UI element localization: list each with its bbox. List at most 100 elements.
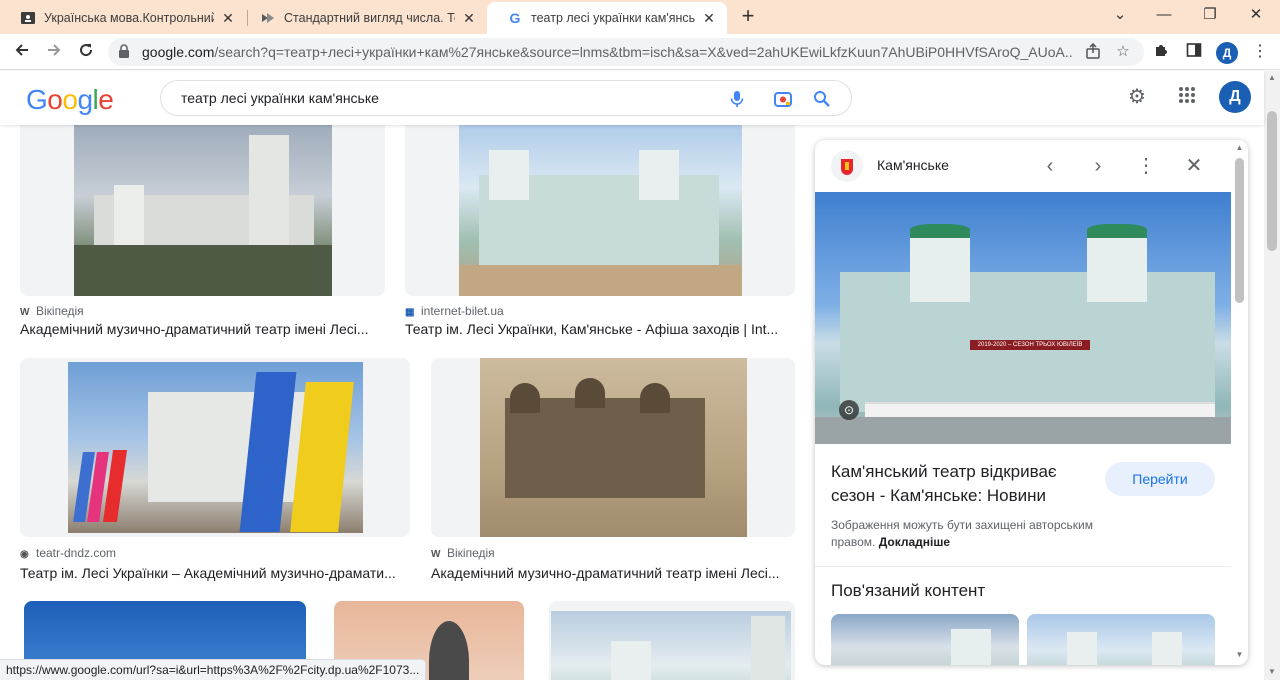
close-tab-icon[interactable]: ✕: [461, 10, 477, 27]
theatre-photo: [459, 125, 742, 296]
result-card[interactable]: ◉ teatr-dndz.com Театр ім. Лесі Українки …: [20, 358, 410, 583]
result-source: W Вікіпедія: [431, 546, 495, 560]
camera-lens-icon[interactable]: [773, 89, 793, 109]
url-host: google.com: [142, 44, 215, 60]
theatre-flags-photo: [68, 362, 363, 533]
bookmark-star-icon[interactable]: ☆: [1114, 43, 1132, 61]
logo-letter: e: [98, 84, 114, 115]
page-scroll-thumb[interactable]: [1267, 111, 1277, 251]
theatre-photo: [74, 125, 332, 296]
tab-search-icon[interactable]: ⌄: [1100, 4, 1140, 26]
profile-avatar[interactable]: Д: [1216, 42, 1238, 64]
panel-scrollbar[interactable]: ▲ ▼: [1231, 140, 1248, 665]
side-panel-icon[interactable]: [1184, 42, 1204, 62]
preview-image[interactable]: 2019-2020 – СЕЗОН ТРЬОХ ЮВІЛЕЇВ ⊙: [815, 192, 1231, 444]
close-tab-icon[interactable]: ✕: [701, 10, 717, 27]
result-thumbnail[interactable]: [431, 358, 795, 537]
divider: [815, 566, 1231, 567]
tab-title: Стандартний вигляд числа. Тест: [284, 11, 455, 25]
more-options-icon[interactable]: ⋮: [1134, 154, 1158, 178]
logo-letter: g: [77, 84, 93, 115]
related-heading: Пов'язаний контент: [831, 581, 986, 600]
tab-title: театр лесі українки кам'янське -: [531, 11, 695, 25]
url-text[interactable]: google.com/search?q=театр+лесі+українки+…: [142, 44, 1072, 60]
result-card[interactable]: W Вікіпедія Академічний музично-драматичн…: [20, 125, 385, 337]
learn-more-link[interactable]: Докладніше: [879, 535, 950, 549]
result-card[interactable]: W Вікіпедія Академічний музично-драматичн…: [431, 358, 795, 583]
result-thumbnail[interactable]: [549, 601, 795, 680]
result-source: ▦ internet-bilet.ua: [405, 304, 504, 318]
visit-button[interactable]: Перейти: [1105, 462, 1215, 496]
settings-gear-icon[interactable]: ⚙: [1125, 85, 1149, 109]
search-icon[interactable]: [812, 89, 832, 109]
close-tab-icon[interactable]: ✕: [220, 10, 236, 27]
logo-letter: G: [26, 84, 48, 115]
svg-text:G: G: [510, 10, 521, 26]
tab-classroom[interactable]: Українська мова.Контрольний п ✕: [0, 2, 246, 34]
apps-grid-icon[interactable]: [1175, 85, 1199, 109]
reload-button[interactable]: [74, 40, 98, 64]
wikipedia-icon: W: [20, 307, 30, 318]
menu-kebab-icon[interactable]: ⋮: [1250, 42, 1270, 62]
image-preview-panel: Кам'янське ‹ › ⋮ ✕ 2019-2020 – СЕЗОН ТРЬ…: [815, 140, 1248, 665]
related-thumbnail[interactable]: [831, 614, 1019, 665]
tab-vseosvita[interactable]: Стандартний вигляд числа. Тест ✕: [240, 2, 487, 34]
lock-icon: [119, 44, 129, 58]
result-card[interactable]: ▦ internet-bilet.ua Театр ім. Лесі Україн…: [405, 125, 795, 337]
site-globe-icon: ◉: [20, 549, 29, 560]
result-thumbnail[interactable]: [20, 358, 410, 537]
link-status-bar: https://www.google.com/url?sa=i&url=http…: [0, 659, 427, 680]
tab-google-active[interactable]: G театр лесі українки кам'янське - ✕: [487, 2, 727, 34]
account-avatar[interactable]: Д: [1219, 81, 1251, 113]
page-scrollbar[interactable]: ▲ ▼: [1264, 71, 1280, 680]
site-favicon: [831, 150, 863, 182]
vseosvita-icon: [260, 10, 276, 26]
back-button[interactable]: [10, 40, 34, 64]
google-header: Google театр лесі українки кам'янське ⚙ …: [0, 71, 1264, 125]
google-icon: G: [507, 10, 523, 26]
search-box[interactable]: театр лесі українки кам'янське: [160, 80, 852, 116]
tab-title: Українська мова.Контрольний п: [44, 11, 214, 25]
close-icon[interactable]: ✕: [1182, 154, 1206, 178]
result-thumbnail[interactable]: [405, 125, 795, 296]
site-name[interactable]: Кам'янське: [877, 157, 949, 173]
restore-button[interactable]: ❐: [1190, 4, 1230, 26]
result-title[interactable]: Академічний музично-драматичний театр ім…: [431, 565, 795, 581]
close-window-button[interactable]: ✕: [1236, 4, 1276, 26]
result-source: W Вікіпедія: [20, 304, 84, 318]
search-query[interactable]: театр лесі українки кам'янське: [181, 90, 379, 106]
classroom-icon: [20, 10, 36, 26]
historic-theatre-photo: [480, 358, 747, 537]
result-title[interactable]: Театр ім. Лесі Українки – Академічний му…: [20, 565, 410, 581]
season-banner: 2019-2020 – СЕЗОН ТРЬОХ ЮВІЛЕЇВ: [970, 340, 1090, 350]
share-icon[interactable]: [1084, 42, 1102, 61]
scroll-down-icon[interactable]: ▼: [1266, 667, 1278, 676]
microphone-icon[interactable]: [727, 89, 747, 109]
back-arrow-icon: [15, 44, 28, 56]
previous-chevron-icon[interactable]: ‹: [1038, 154, 1062, 178]
minimize-button[interactable]: —: [1144, 4, 1184, 26]
scroll-down-icon[interactable]: ▼: [1234, 650, 1245, 659]
wikipedia-icon: W: [431, 549, 441, 560]
forward-arrow-icon: [48, 44, 61, 56]
copyright-note: Зображення можуть бути захищені авторськ…: [831, 518, 1093, 549]
extensions-puzzle-icon[interactable]: [1151, 42, 1171, 62]
result-title[interactable]: Театр ім. Лесі Українки, Кам'янське - Аф…: [405, 321, 790, 337]
result-source: ◉ teatr-dndz.com: [20, 546, 117, 560]
scroll-up-icon[interactable]: ▲: [1234, 143, 1245, 152]
related-thumbnail[interactable]: [1027, 614, 1215, 665]
address-bar[interactable]: google.com/search?q=театр+лесі+українки+…: [108, 38, 1144, 66]
internet-bilet-icon: ▦: [405, 307, 415, 318]
panel-scroll-thumb[interactable]: [1235, 158, 1244, 303]
scroll-up-icon[interactable]: ▲: [1266, 73, 1278, 82]
reload-icon: [80, 44, 93, 57]
panel-header: Кам'янське ‹ › ⋮ ✕: [815, 140, 1248, 192]
lens-search-icon[interactable]: ⊙: [839, 400, 859, 420]
result-title[interactable]: Академічний музично-драматичний театр ім…: [20, 321, 385, 337]
forward-button[interactable]: [42, 40, 66, 64]
preview-title[interactable]: Кам'янський театр відкриває сезон - Кам'…: [831, 460, 1101, 508]
new-tab-button[interactable]: +: [737, 5, 759, 27]
google-logo[interactable]: Google: [26, 84, 114, 116]
next-chevron-icon[interactable]: ›: [1086, 154, 1110, 178]
result-thumbnail[interactable]: [20, 125, 385, 296]
